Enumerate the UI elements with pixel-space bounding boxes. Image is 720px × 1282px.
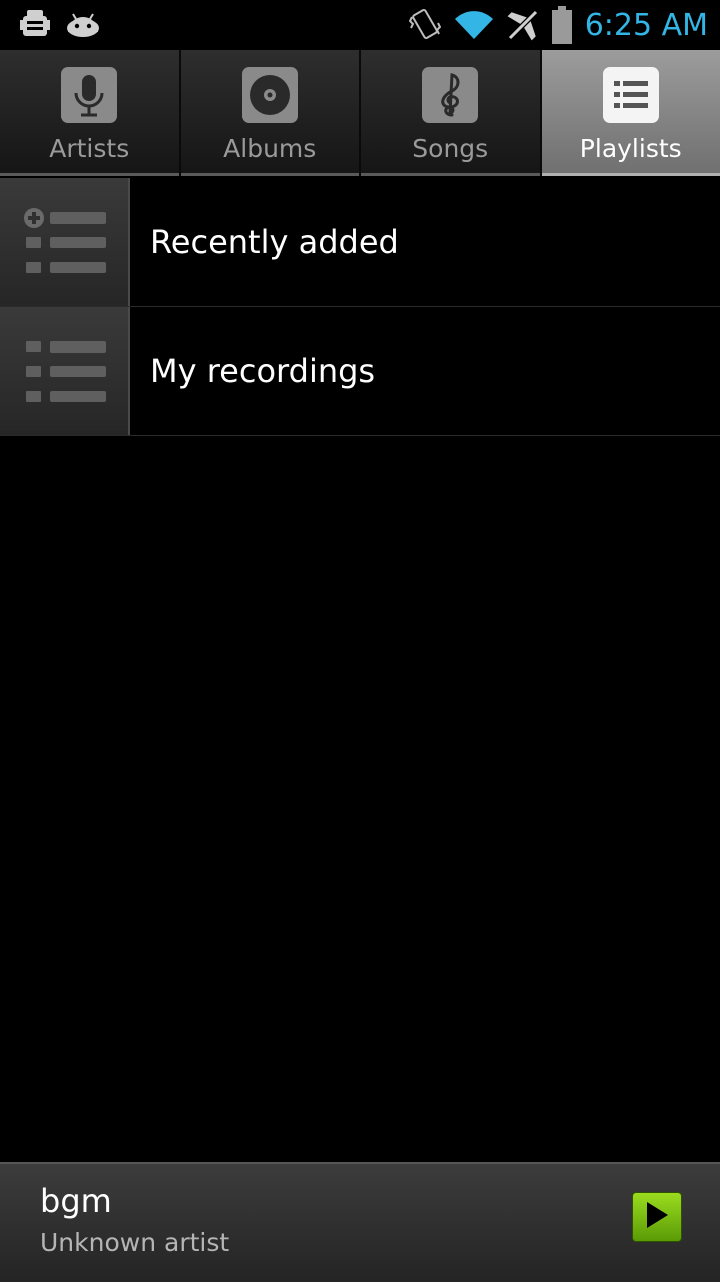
add-playlist-icon	[0, 178, 130, 306]
playlist-icon	[0, 307, 130, 435]
list-item[interactable]: Recently added	[0, 178, 720, 307]
tab-label: Artists	[0, 134, 179, 163]
tab-playlists[interactable]: Playlists	[542, 50, 720, 176]
list-item[interactable]: My recordings	[0, 307, 720, 436]
status-time: 6:25 AM	[585, 8, 708, 43]
battery-icon	[551, 5, 573, 45]
android-icon	[64, 8, 102, 42]
playlist-icon	[603, 67, 659, 127]
disc-icon	[242, 67, 298, 127]
microphone-icon	[61, 67, 117, 127]
now-playing-artist: Unknown artist	[40, 1228, 229, 1257]
tab-artists[interactable]: Artists	[0, 50, 181, 176]
status-bar: 6:25 AM	[0, 0, 720, 50]
tab-albums[interactable]: Albums	[181, 50, 362, 176]
vibrate-icon	[409, 7, 441, 43]
play-button[interactable]	[632, 1192, 682, 1242]
tab-songs[interactable]: Songs	[361, 50, 542, 176]
playlist-list: Recently added My recordings	[0, 178, 720, 436]
now-playing-bar[interactable]: bgm Unknown artist	[0, 1162, 720, 1282]
tab-label: Songs	[361, 134, 540, 163]
playlist-name: Recently added	[150, 178, 399, 306]
playlist-name: My recordings	[150, 307, 375, 435]
now-playing-title: bgm	[40, 1182, 112, 1220]
tab-label: Albums	[181, 134, 360, 163]
library-tabs: Artists Albums Songs	[0, 50, 720, 176]
treble-clef-icon	[422, 67, 478, 127]
play-icon	[644, 1200, 670, 1234]
android-debug-icon	[18, 8, 52, 42]
tab-label: Playlists	[542, 134, 720, 163]
airplane-mode-icon	[507, 9, 539, 41]
wifi-icon	[453, 9, 495, 41]
